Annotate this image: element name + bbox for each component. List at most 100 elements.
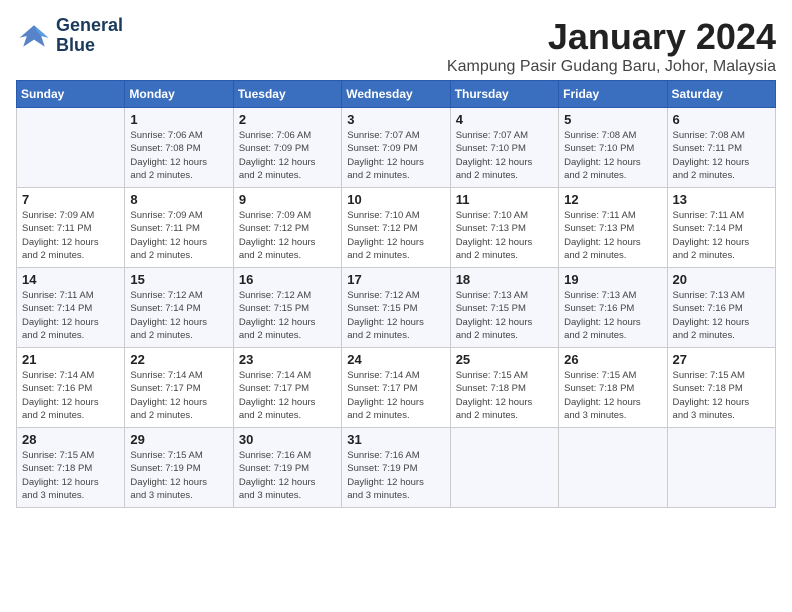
day-number: 22 bbox=[130, 352, 227, 367]
calendar-body: 1Sunrise: 7:06 AM Sunset: 7:08 PM Daylig… bbox=[17, 108, 776, 508]
day-number: 4 bbox=[456, 112, 553, 127]
weekday-header: Tuesday bbox=[233, 81, 341, 108]
day-number: 11 bbox=[456, 192, 553, 207]
day-number: 27 bbox=[673, 352, 770, 367]
day-info: Sunrise: 7:13 AM Sunset: 7:16 PM Dayligh… bbox=[673, 289, 770, 342]
day-info: Sunrise: 7:13 AM Sunset: 7:16 PM Dayligh… bbox=[564, 289, 661, 342]
day-info: Sunrise: 7:15 AM Sunset: 7:18 PM Dayligh… bbox=[673, 369, 770, 422]
day-info: Sunrise: 7:16 AM Sunset: 7:19 PM Dayligh… bbox=[239, 449, 336, 502]
weekday-header: Saturday bbox=[667, 81, 775, 108]
day-info: Sunrise: 7:10 AM Sunset: 7:12 PM Dayligh… bbox=[347, 209, 444, 262]
calendar-cell: 27 Sunrise: 7:15 AM Sunset: 7:18 PM Dayli… bbox=[667, 348, 775, 428]
day-number: 9 bbox=[239, 192, 336, 207]
calendar-cell bbox=[667, 428, 775, 508]
calendar-cell: 1Sunrise: 7:06 AM Sunset: 7:08 PM Daylig… bbox=[125, 108, 233, 188]
calendar-cell: 10 Sunrise: 7:10 AM Sunset: 7:12 PM Dayli… bbox=[342, 188, 450, 268]
day-info: Sunrise: 7:15 AM Sunset: 7:18 PM Dayligh… bbox=[564, 369, 661, 422]
weekday-header: Thursday bbox=[450, 81, 558, 108]
day-number: 23 bbox=[239, 352, 336, 367]
day-info: Sunrise: 7:16 AM Sunset: 7:19 PM Dayligh… bbox=[347, 449, 444, 502]
day-number: 30 bbox=[239, 432, 336, 447]
day-number: 7 bbox=[22, 192, 119, 207]
calendar-title: January 2024 bbox=[447, 16, 776, 58]
calendar-cell: 16Sunrise: 7:12 AM Sunset: 7:15 PM Dayli… bbox=[233, 268, 341, 348]
day-info: Sunrise: 7:07 AM Sunset: 7:09 PM Dayligh… bbox=[347, 129, 444, 182]
day-info: Sunrise: 7:14 AM Sunset: 7:17 PM Dayligh… bbox=[347, 369, 444, 422]
calendar-cell bbox=[450, 428, 558, 508]
day-info: Sunrise: 7:11 AM Sunset: 7:14 PM Dayligh… bbox=[22, 289, 119, 342]
calendar-week-row: 14 Sunrise: 7:11 AM Sunset: 7:14 PM Dayli… bbox=[17, 268, 776, 348]
weekday-header: Monday bbox=[125, 81, 233, 108]
day-number: 13 bbox=[673, 192, 770, 207]
logo-line1: General bbox=[56, 16, 123, 36]
logo-icon bbox=[16, 18, 52, 54]
day-number: 25 bbox=[456, 352, 553, 367]
day-number: 10 bbox=[347, 192, 444, 207]
calendar-cell: 21 Sunrise: 7:14 AM Sunset: 7:16 PM Dayli… bbox=[17, 348, 125, 428]
calendar-cell: 25Sunrise: 7:15 AM Sunset: 7:18 PM Dayli… bbox=[450, 348, 558, 428]
calendar-cell bbox=[559, 428, 667, 508]
calendar-cell: 29 Sunrise: 7:15 AM Sunset: 7:19 PM Dayli… bbox=[125, 428, 233, 508]
calendar-cell: 8 Sunrise: 7:09 AM Sunset: 7:11 PM Daylig… bbox=[125, 188, 233, 268]
weekday-header: Friday bbox=[559, 81, 667, 108]
calendar-cell: 7 Sunrise: 7:09 AM Sunset: 7:11 PM Daylig… bbox=[17, 188, 125, 268]
calendar-cell: 19 Sunrise: 7:13 AM Sunset: 7:16 PM Dayli… bbox=[559, 268, 667, 348]
day-info: Sunrise: 7:09 AM Sunset: 7:12 PM Dayligh… bbox=[239, 209, 336, 262]
calendar-week-row: 28 Sunrise: 7:15 AM Sunset: 7:18 PM Dayli… bbox=[17, 428, 776, 508]
day-number: 8 bbox=[130, 192, 227, 207]
calendar-cell: 17Sunrise: 7:12 AM Sunset: 7:15 PM Dayli… bbox=[342, 268, 450, 348]
calendar-cell: 26Sunrise: 7:15 AM Sunset: 7:18 PM Dayli… bbox=[559, 348, 667, 428]
calendar-cell: 14 Sunrise: 7:11 AM Sunset: 7:14 PM Dayli… bbox=[17, 268, 125, 348]
day-number: 12 bbox=[564, 192, 661, 207]
day-info: Sunrise: 7:07 AM Sunset: 7:10 PM Dayligh… bbox=[456, 129, 553, 182]
calendar-cell: 24 Sunrise: 7:14 AM Sunset: 7:17 PM Dayli… bbox=[342, 348, 450, 428]
calendar-week-row: 1Sunrise: 7:06 AM Sunset: 7:08 PM Daylig… bbox=[17, 108, 776, 188]
day-info: Sunrise: 7:14 AM Sunset: 7:17 PM Dayligh… bbox=[239, 369, 336, 422]
day-number: 28 bbox=[22, 432, 119, 447]
calendar-subtitle: Kampung Pasir Gudang Baru, Johor, Malays… bbox=[447, 58, 776, 76]
day-info: Sunrise: 7:08 AM Sunset: 7:11 PM Dayligh… bbox=[673, 129, 770, 182]
title-block: January 2024 Kampung Pasir Gudang Baru, … bbox=[447, 16, 776, 76]
calendar-cell: 28 Sunrise: 7:15 AM Sunset: 7:18 PM Dayli… bbox=[17, 428, 125, 508]
calendar-cell: 2Sunrise: 7:06 AM Sunset: 7:09 PM Daylig… bbox=[233, 108, 341, 188]
day-info: Sunrise: 7:12 AM Sunset: 7:14 PM Dayligh… bbox=[130, 289, 227, 342]
day-number: 20 bbox=[673, 272, 770, 287]
day-info: Sunrise: 7:06 AM Sunset: 7:08 PM Dayligh… bbox=[130, 129, 227, 182]
day-info: Sunrise: 7:09 AM Sunset: 7:11 PM Dayligh… bbox=[130, 209, 227, 262]
day-info: Sunrise: 7:13 AM Sunset: 7:15 PM Dayligh… bbox=[456, 289, 553, 342]
logo: General Blue bbox=[16, 16, 123, 56]
calendar-cell: 20 Sunrise: 7:13 AM Sunset: 7:16 PM Dayli… bbox=[667, 268, 775, 348]
day-info: Sunrise: 7:09 AM Sunset: 7:11 PM Dayligh… bbox=[22, 209, 119, 262]
day-number: 21 bbox=[22, 352, 119, 367]
day-info: Sunrise: 7:06 AM Sunset: 7:09 PM Dayligh… bbox=[239, 129, 336, 182]
day-info: Sunrise: 7:14 AM Sunset: 7:16 PM Dayligh… bbox=[22, 369, 119, 422]
day-info: Sunrise: 7:11 AM Sunset: 7:13 PM Dayligh… bbox=[564, 209, 661, 262]
calendar-cell: 11Sunrise: 7:10 AM Sunset: 7:13 PM Dayli… bbox=[450, 188, 558, 268]
logo-line2: Blue bbox=[56, 36, 123, 56]
calendar-cell: 6 Sunrise: 7:08 AM Sunset: 7:11 PM Daylig… bbox=[667, 108, 775, 188]
calendar-cell: 15 Sunrise: 7:12 AM Sunset: 7:14 PM Dayli… bbox=[125, 268, 233, 348]
day-number: 15 bbox=[130, 272, 227, 287]
day-info: Sunrise: 7:15 AM Sunset: 7:18 PM Dayligh… bbox=[22, 449, 119, 502]
weekday-header: Sunday bbox=[17, 81, 125, 108]
calendar-cell: 3 Sunrise: 7:07 AM Sunset: 7:09 PM Daylig… bbox=[342, 108, 450, 188]
day-info: Sunrise: 7:15 AM Sunset: 7:19 PM Dayligh… bbox=[130, 449, 227, 502]
calendar-cell: 4 Sunrise: 7:07 AM Sunset: 7:10 PM Daylig… bbox=[450, 108, 558, 188]
day-number: 3 bbox=[347, 112, 444, 127]
day-number: 24 bbox=[347, 352, 444, 367]
calendar-header-row: SundayMondayTuesdayWednesdayThursdayFrid… bbox=[17, 81, 776, 108]
day-number: 29 bbox=[130, 432, 227, 447]
day-number: 6 bbox=[673, 112, 770, 127]
calendar-cell: 5Sunrise: 7:08 AM Sunset: 7:10 PM Daylig… bbox=[559, 108, 667, 188]
calendar-cell bbox=[17, 108, 125, 188]
day-number: 19 bbox=[564, 272, 661, 287]
calendar-cell: 30 Sunrise: 7:16 AM Sunset: 7:19 PM Dayli… bbox=[233, 428, 341, 508]
calendar-cell: 9 Sunrise: 7:09 AM Sunset: 7:12 PM Daylig… bbox=[233, 188, 341, 268]
day-number: 14 bbox=[22, 272, 119, 287]
calendar-week-row: 7 Sunrise: 7:09 AM Sunset: 7:11 PM Daylig… bbox=[17, 188, 776, 268]
day-number: 5 bbox=[564, 112, 661, 127]
calendar-week-row: 21 Sunrise: 7:14 AM Sunset: 7:16 PM Dayli… bbox=[17, 348, 776, 428]
calendar-cell: 18Sunrise: 7:13 AM Sunset: 7:15 PM Dayli… bbox=[450, 268, 558, 348]
weekday-header: Wednesday bbox=[342, 81, 450, 108]
calendar-cell: 12 Sunrise: 7:11 AM Sunset: 7:13 PM Dayli… bbox=[559, 188, 667, 268]
